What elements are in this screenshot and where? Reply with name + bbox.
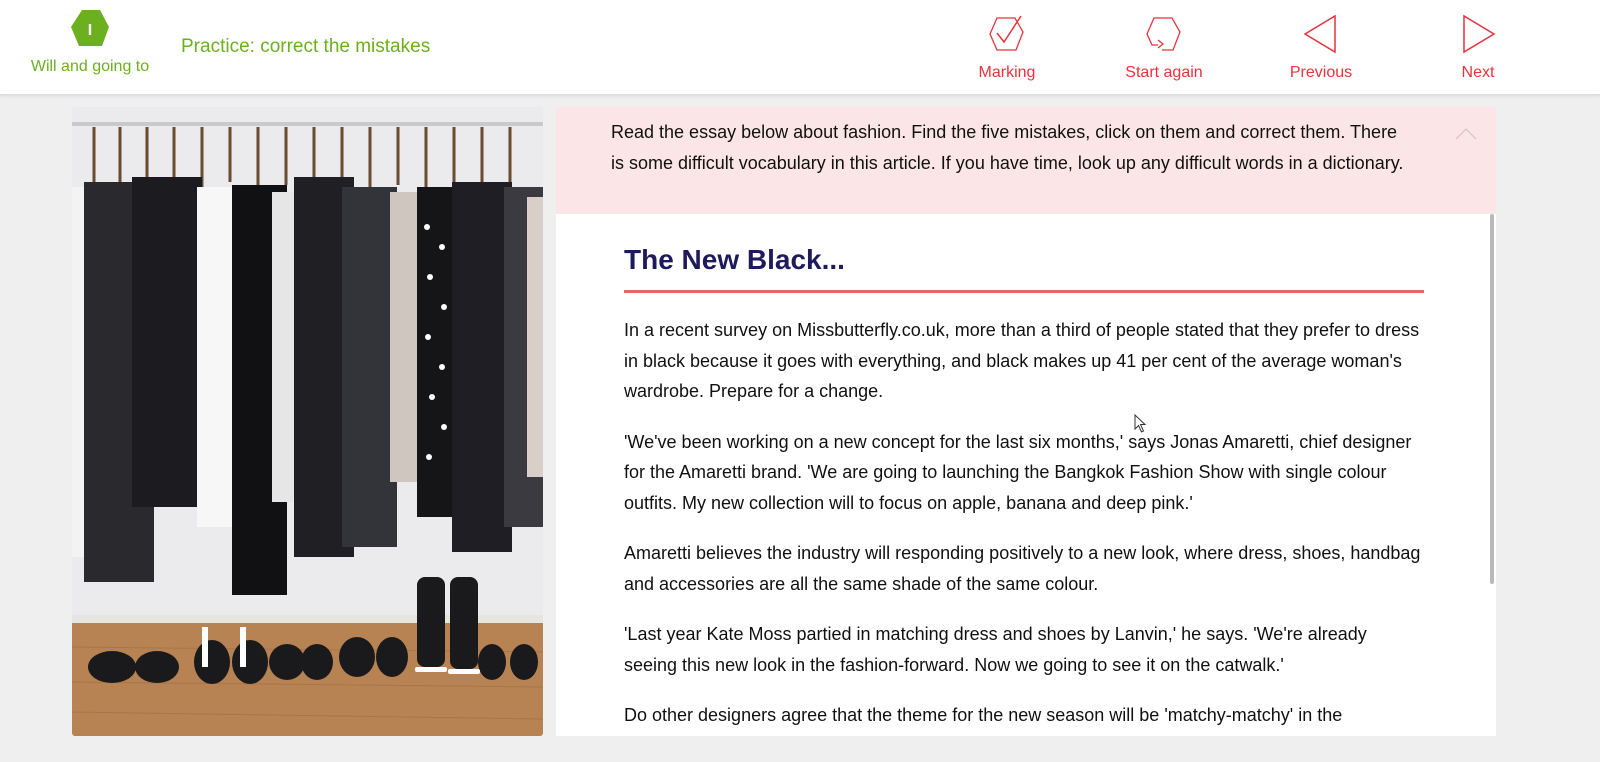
- checkmark-hexagon-icon: [989, 15, 1024, 51]
- svg-text:I: I: [88, 22, 92, 39]
- essay-paragraph[interactable]: Amaretti believes the industry will resp…: [624, 538, 1424, 599]
- top-bar: I Will and going to Practice: correct th…: [0, 0, 1600, 95]
- next-button[interactable]: Next: [1418, 12, 1538, 82]
- previous-label: Previous: [1289, 64, 1353, 81]
- essay-title: The New Black...: [624, 244, 1424, 293]
- essay: The New Black... In a recent survey on M…: [624, 214, 1424, 731]
- triangle-right-icon: [1463, 14, 1496, 54]
- essay-paragraph[interactable]: In a recent survey on Missbutterfly.co.u…: [624, 315, 1424, 407]
- scrollbar[interactable]: [1490, 214, 1494, 584]
- unit-label: Will and going to: [30, 58, 150, 75]
- page-title: Practice: correct the mistakes: [181, 36, 431, 57]
- triangle-left-icon: [1303, 14, 1336, 54]
- mouse-cursor-icon: [1134, 414, 1147, 433]
- essay-paragraph[interactable]: 'Last year Kate Moss partied in matching…: [624, 619, 1424, 680]
- previous-button[interactable]: Previous: [1261, 12, 1381, 82]
- hexagon-badge-icon: I: [71, 10, 109, 46]
- chevron-up-icon[interactable]: [1454, 125, 1478, 141]
- marking-button[interactable]: Marking: [947, 12, 1067, 82]
- clothes-rail-photo: [72, 107, 543, 736]
- essay-paragraph[interactable]: Do other designers agree that the theme …: [624, 700, 1424, 731]
- essay-panel: Read the essay below about fashion. Find…: [556, 107, 1496, 736]
- essay-paragraph[interactable]: 'We've been working on a new concept for…: [624, 427, 1424, 519]
- clothes-rail-illustration: [72, 107, 543, 736]
- unit-badge[interactable]: I Will and going to: [0, 8, 180, 76]
- start-again-button[interactable]: Start again: [1104, 12, 1224, 82]
- marking-label: Marking: [978, 64, 1036, 81]
- start-again-label: Start again: [1125, 64, 1203, 81]
- restart-hexagon-icon: [1146, 17, 1181, 51]
- instructions-text: Read the essay below about fashion. Find…: [611, 122, 1404, 173]
- instructions-box: Read the essay below about fashion. Find…: [556, 107, 1496, 214]
- next-label: Next: [1461, 64, 1495, 81]
